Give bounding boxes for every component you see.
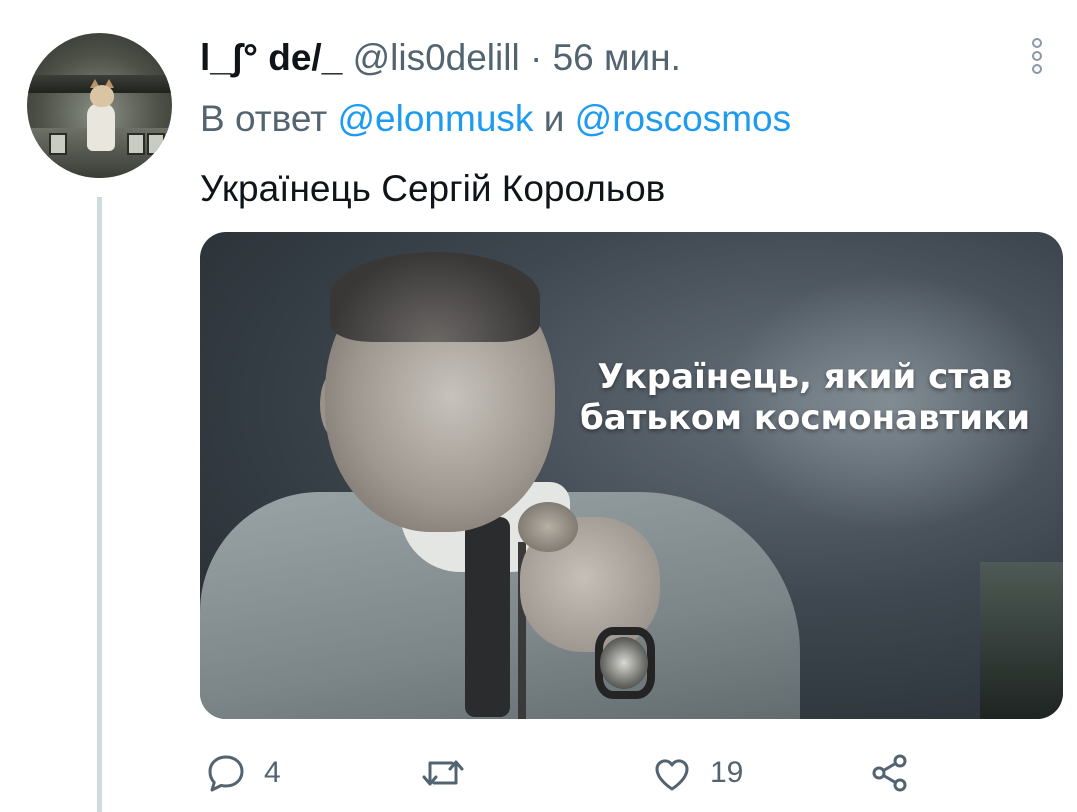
thread-line — [97, 197, 102, 812]
image-caption-line: батьком космонавтики — [579, 398, 1031, 438]
user-handle[interactable]: @lis0delill — [353, 37, 520, 78]
image-watch — [600, 637, 648, 689]
share-button[interactable] — [868, 748, 912, 798]
avatar-cat-head — [90, 85, 114, 107]
avatar[interactable] — [27, 33, 172, 178]
image-hair — [330, 252, 540, 342]
reply-context: В ответ @elonmusk и @roscosmos — [200, 96, 791, 142]
like-count: 19 — [710, 756, 744, 789]
reply-icon — [204, 751, 248, 795]
reply-button[interactable]: 4 — [204, 748, 281, 798]
tweet-text: Українець Сергій Корольов — [200, 168, 666, 209]
image-tie — [465, 517, 510, 717]
image-caption-line: Українець, який став — [597, 357, 1013, 397]
mention-link[interactable]: @elonmusk — [338, 98, 534, 139]
image-caption: Українець, який став батьком космонавтик… — [545, 357, 1063, 439]
tweet-header: l_ʃ° de/_ @lis0delill · 56 мин. — [200, 35, 681, 81]
avatar-box — [127, 133, 145, 155]
like-button[interactable]: 19 — [650, 748, 743, 798]
tweet-timestamp[interactable]: 56 мин. — [553, 37, 681, 78]
more-vertical-icon[interactable] — [1030, 37, 1044, 75]
heart-icon — [650, 751, 694, 795]
share-icon — [868, 751, 912, 795]
image-background-equipment — [980, 562, 1063, 719]
retweet-icon — [420, 751, 466, 795]
display-name[interactable]: l_ʃ° de/_ — [200, 37, 342, 78]
tweet[interactable]: l_ʃ° de/_ @lis0delill · 56 мин. В ответ … — [0, 0, 1077, 812]
reply-conjunction: и — [543, 98, 565, 139]
tweet-actions: 4 19 — [200, 748, 920, 798]
retweet-button[interactable] — [420, 748, 482, 798]
header-separator: · — [529, 37, 543, 78]
mention-link[interactable]: @roscosmos — [575, 98, 791, 139]
reply-count: 4 — [264, 756, 281, 789]
avatar-cat-body — [87, 103, 115, 151]
avatar-box — [49, 133, 67, 155]
image-microphone — [518, 502, 578, 552]
avatar-box — [147, 133, 165, 155]
reply-prefix: В ответ — [200, 98, 328, 139]
tweet-media-image[interactable]: Українець, який став батьком космонавтик… — [200, 232, 1063, 719]
